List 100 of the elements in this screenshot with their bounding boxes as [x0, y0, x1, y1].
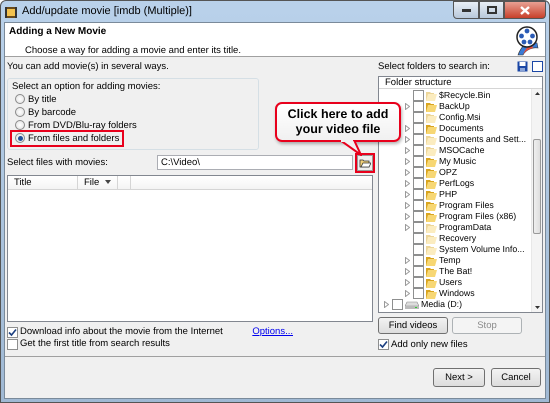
scroll-down-icon[interactable]: [534, 306, 540, 310]
checkbox[interactable]: [7, 338, 18, 350]
radio-button[interactable]: [15, 107, 25, 118]
folder-label[interactable]: $Recycle.Bin: [439, 90, 490, 101]
folder-label[interactable]: PerfLogs: [439, 178, 474, 189]
intro-text: You can add movie(s) in several ways.: [7, 61, 170, 72]
column-header[interactable]: Title: [8, 176, 78, 189]
checkbox-label: Get the first title from search results: [20, 338, 170, 350]
page-subtitle: Choose a way for adding a movie and enter its title.: [24, 45, 242, 56]
square-icon[interactable]: [532, 61, 543, 72]
film-app-icon: [4, 4, 18, 18]
save-icon[interactable]: [517, 61, 528, 72]
expand-arrow-icon[interactable]: [404, 103, 410, 110]
files-label: Select files with movies:: [7, 157, 108, 168]
folder-label[interactable]: PHP: [439, 189, 458, 200]
expand-arrow-icon[interactable]: [404, 136, 410, 143]
checkbox-label: Download info about the movie from the Internet: [20, 326, 223, 338]
folder-label[interactable]: Recovery: [439, 233, 476, 244]
group-label: Select an option for adding movies:: [12, 81, 162, 93]
checkbox[interactable]: [413, 134, 424, 145]
checkbox[interactable]: [413, 90, 424, 101]
checkbox[interactable]: [413, 244, 424, 255]
column-header[interactable]: File: [78, 176, 118, 189]
folder-label[interactable]: MSOCache: [439, 145, 484, 156]
close-icon: [520, 6, 530, 14]
checkbox[interactable]: [413, 233, 424, 244]
expand-arrow-icon[interactable]: [404, 147, 410, 154]
folder-label[interactable]: BackUp: [439, 101, 470, 112]
folder-label[interactable]: Program Files (x86): [439, 211, 516, 222]
checkbox[interactable]: [413, 266, 424, 277]
path-field[interactable]: C:\Video\: [157, 155, 353, 170]
folder-label[interactable]: ProgramData: [439, 222, 492, 233]
checkbox[interactable]: [413, 222, 424, 233]
checkbox-label: Add only new files: [391, 338, 468, 350]
checkbox[interactable]: [413, 101, 424, 112]
folders-label: Select folders to search in:: [378, 60, 490, 72]
callout-tail: [340, 140, 362, 156]
folder-label[interactable]: Users: [439, 277, 462, 288]
expand-arrow-icon[interactable]: [404, 213, 410, 220]
expand-arrow-icon[interactable]: [404, 202, 410, 209]
checkbox[interactable]: [413, 156, 424, 167]
tree-header: Folder structure: [379, 77, 542, 89]
options-link[interactable]: Options...: [252, 326, 293, 338]
folder-label[interactable]: Documents: [439, 123, 484, 134]
radio-button[interactable]: [15, 120, 25, 130]
folder-label[interactable]: Temp: [439, 255, 461, 266]
folder-label[interactable]: System Volume Info...: [439, 244, 525, 255]
maximize-button[interactable]: [479, 1, 504, 19]
expand-arrow-icon[interactable]: [404, 224, 410, 231]
folder-label[interactable]: Windows: [439, 288, 475, 299]
radio-button[interactable]: [15, 94, 25, 104]
expand-arrow-icon[interactable]: [384, 301, 388, 308]
folder-label[interactable]: Config.Msi: [439, 112, 481, 123]
checkbox[interactable]: [413, 145, 424, 156]
checkbox[interactable]: [413, 277, 424, 288]
expand-arrow-icon[interactable]: [404, 158, 410, 165]
checkbox[interactable]: [378, 338, 389, 350]
radio-label: From files and folders: [28, 132, 120, 144]
checkbox[interactable]: [413, 123, 424, 134]
checkbox[interactable]: [413, 211, 424, 222]
drive-icon: [405, 300, 419, 308]
folder-label[interactable]: Program Files: [439, 200, 494, 211]
scroll-up-icon[interactable]: [534, 92, 540, 95]
folder-icon: [359, 157, 371, 168]
maximize-icon: [486, 6, 496, 14]
callout-bubble: Click here to add your video file: [275, 102, 401, 142]
find-videos-button[interactable]: Find videos: [378, 317, 448, 334]
expand-arrow-icon[interactable]: [404, 169, 410, 176]
checkbox[interactable]: [7, 326, 18, 338]
folder-label[interactable]: Documents and Sett...: [439, 134, 526, 145]
expand-arrow-icon[interactable]: [404, 180, 410, 187]
next-button[interactable]: Next >: [433, 368, 485, 387]
minimize-icon: [462, 8, 470, 12]
expand-arrow-icon[interactable]: [404, 191, 410, 198]
checkbox[interactable]: [413, 178, 424, 189]
expand-arrow-icon[interactable]: [404, 279, 410, 286]
folder-label[interactable]: OPZ: [439, 167, 458, 178]
folder-label[interactable]: My Music: [439, 156, 476, 167]
window-title: Add/update movie [imdb (Multiple)]: [22, 4, 192, 18]
expand-arrow-icon[interactable]: [404, 125, 410, 132]
cancel-button[interactable]: Cancel: [491, 368, 541, 387]
close-button[interactable]: [504, 1, 546, 19]
checkbox[interactable]: [392, 299, 403, 310]
checkbox[interactable]: [413, 288, 424, 299]
folder-label[interactable]: The Bat!: [439, 266, 472, 277]
checkbox[interactable]: [413, 112, 424, 123]
minimize-button[interactable]: [453, 1, 479, 19]
scrollbar[interactable]: [531, 89, 542, 312]
checkbox[interactable]: [413, 167, 424, 178]
radio-button[interactable]: [15, 133, 25, 144]
expand-arrow-icon[interactable]: [404, 257, 410, 264]
expand-arrow-icon[interactable]: [404, 268, 410, 275]
checkbox[interactable]: [413, 189, 424, 200]
radio-label: From DVD/Blu-ray folders: [28, 120, 137, 131]
checkbox[interactable]: [413, 200, 424, 211]
browse-button[interactable]: [357, 154, 373, 171]
folder-label[interactable]: Media (D:): [421, 299, 462, 310]
radio-label: By barcode: [28, 106, 76, 118]
expand-arrow-icon[interactable]: [404, 290, 410, 297]
checkbox[interactable]: [413, 255, 424, 266]
